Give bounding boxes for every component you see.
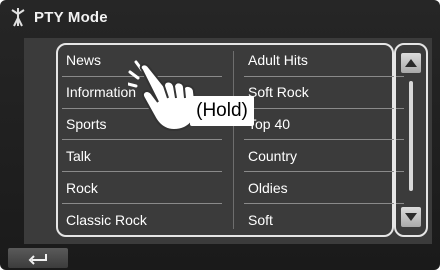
pty-list: News Information Sports Talk Rock Classi… <box>56 43 404 237</box>
triangle-down-icon <box>405 213 417 221</box>
list-item[interactable]: Rock <box>62 172 222 205</box>
scroll-down-button[interactable] <box>401 207 421 227</box>
list-item[interactable]: Soft <box>244 204 404 235</box>
list-item[interactable]: Oldies <box>244 172 404 205</box>
triangle-up-icon <box>405 59 417 67</box>
pty-list-right-column: Adult Hits Soft Rock Top 40 Country Oldi… <box>244 45 404 235</box>
scroll-up-button[interactable] <box>401 53 421 73</box>
list-item[interactable]: Classic Rock <box>62 204 222 235</box>
list-item[interactable]: Talk <box>62 140 222 173</box>
pty-mode-screen: PTY Mode News Information Sports Talk Ro… <box>0 0 440 270</box>
list-item[interactable]: Country <box>244 140 404 173</box>
list-item[interactable]: Top 40 <box>244 109 404 141</box>
antenna-icon <box>11 8 25 27</box>
hold-annotation: (Hold) <box>190 96 254 126</box>
scrollbar <box>394 43 428 237</box>
return-arrow-icon <box>28 254 47 265</box>
page-title: PTY Mode <box>34 9 108 26</box>
scroll-track[interactable] <box>409 81 413 191</box>
column-divider <box>233 51 234 229</box>
header: PTY Mode <box>0 0 440 36</box>
list-item[interactable]: Soft Rock <box>244 77 404 109</box>
back-button[interactable] <box>8 248 68 268</box>
list-item[interactable]: Adult Hits <box>244 45 404 77</box>
